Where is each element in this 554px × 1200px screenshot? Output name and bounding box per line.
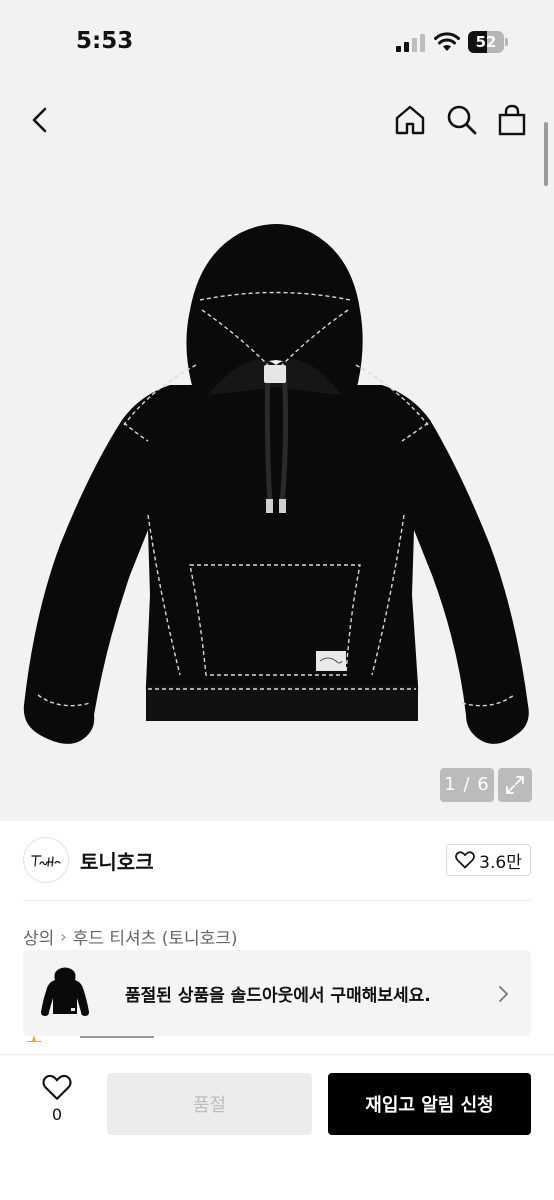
- chevron-right-icon: [499, 986, 508, 1002]
- soldout-banner-text: 품절된 상품을 솔드아웃에서 구매해보세요.: [125, 986, 431, 1006]
- brand-like-button[interactable]: 3.6만: [446, 844, 531, 876]
- brand-logo[interactable]: [23, 837, 69, 883]
- expand-image-button[interactable]: [498, 768, 532, 802]
- status-bar: 5:53 52: [0, 0, 554, 84]
- wifi-icon: [434, 32, 460, 51]
- banner-product-thumbnail: [41, 967, 89, 1016]
- soldout-promo-banner[interactable]: 품절된 상품을 솔드아웃에서 구매해보세요.: [23, 950, 531, 1036]
- home-icon: [395, 105, 425, 135]
- cellular-signal-icon: [396, 34, 425, 52]
- expand-icon: [506, 776, 524, 794]
- shopping-bag-icon: [498, 104, 526, 136]
- restock-alert-button[interactable]: 재입고 알림 신청: [328, 1073, 531, 1135]
- brand-logo-mark: [31, 855, 61, 867]
- wishlist-count: 0: [51, 1105, 63, 1124]
- cart-button[interactable]: [494, 100, 530, 140]
- breadcrumb-item-subcategory[interactable]: 후드 티셔츠 (토니호크): [73, 924, 238, 949]
- breadcrumb-item-category[interactable]: 상의: [23, 924, 54, 949]
- back-button[interactable]: [22, 100, 58, 140]
- brand-name[interactable]: 토니호크: [80, 846, 154, 875]
- chevron-right-icon: ›: [60, 927, 67, 946]
- wishlist-button[interactable]: 0: [36, 1074, 78, 1136]
- search-button[interactable]: [442, 100, 482, 140]
- content-divider: [80, 1036, 154, 1038]
- divider: [23, 900, 531, 901]
- product-image: .st{fill:none;stroke:#d9d9d9;stroke-widt…: [23, 224, 529, 744]
- status-time: 5:53: [76, 28, 134, 54]
- search-icon: [447, 105, 477, 135]
- star-icon: [25, 1034, 43, 1042]
- heart-icon: [455, 851, 476, 869]
- breadcrumb: 상의 › 후드 티셔츠 (토니호크): [23, 924, 238, 949]
- battery-indicator: 52: [468, 31, 508, 53]
- scroll-indicator: [544, 122, 548, 186]
- battery-level: 52: [475, 33, 497, 51]
- chevron-left-icon: [32, 107, 47, 133]
- heart-icon: [42, 1074, 72, 1100]
- home-button[interactable]: [390, 100, 430, 140]
- image-pager: 1 / 6: [440, 768, 494, 802]
- brand-like-count: 3.6만: [479, 852, 522, 873]
- soldout-button[interactable]: 품절: [107, 1073, 312, 1135]
